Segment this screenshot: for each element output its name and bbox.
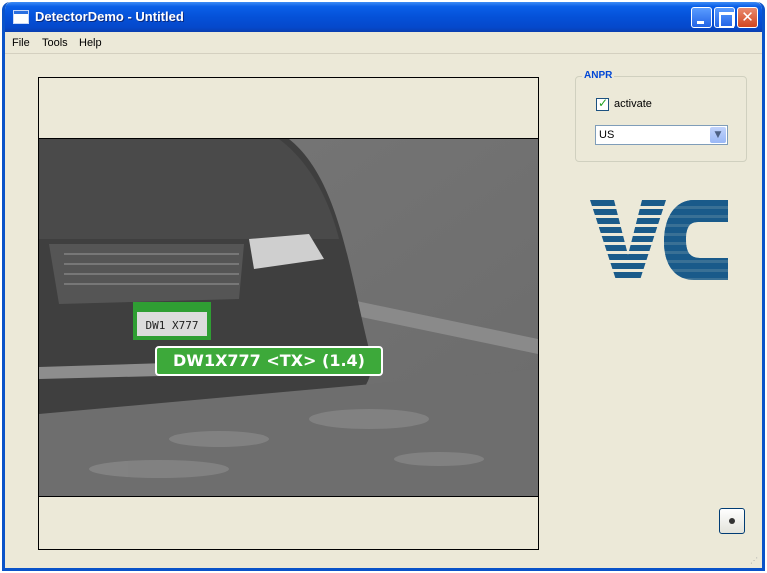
menu-tools[interactable]: Tools <box>42 37 68 49</box>
menu-file[interactable]: File <box>12 37 30 49</box>
region-select[interactable]: US ▼ <box>595 125 728 145</box>
app-icon <box>13 10 29 24</box>
close-button[interactable]: ✕ <box>737 7 758 28</box>
minimize-button[interactable] <box>691 7 712 28</box>
activate-label[interactable]: activate <box>614 98 652 110</box>
maximize-button[interactable] <box>714 7 735 28</box>
close-icon: ✕ <box>741 8 754 26</box>
video-panel: DW1 X777 DW1X777 <TX> (1.4) <box>38 77 539 550</box>
chevron-down-icon[interactable]: ▼ <box>710 127 726 143</box>
window-title: DetectorDemo - Untitled <box>35 9 184 24</box>
activate-checkbox[interactable]: ✓ <box>596 96 609 111</box>
vc-logo <box>590 200 728 280</box>
region-value: US <box>599 129 615 141</box>
app-window: DetectorDemo - Untitled ✕ File Tools Hel… <box>2 2 765 571</box>
record-button[interactable] <box>719 508 745 534</box>
detection-label: DW1X777 <TX> (1.4) <box>155 346 383 376</box>
license-plate-text: DW1 X777 <box>146 319 199 332</box>
resize-grip-icon[interactable]: ⋰ <box>750 556 760 566</box>
anpr-legend: ANPR <box>582 70 615 81</box>
title-bar: DetectorDemo - Untitled ✕ <box>5 2 762 32</box>
checkmark-icon: ✓ <box>598 96 609 110</box>
camera-image: DW1 X777 <box>39 139 538 496</box>
anpr-group: ANPR ✓ activate US ▼ <box>575 70 747 162</box>
menu-bar: File Tools Help <box>5 32 762 54</box>
video-frame: DW1 X777 DW1X777 <TX> (1.4) <box>39 138 538 497</box>
menu-help[interactable]: Help <box>79 37 102 49</box>
